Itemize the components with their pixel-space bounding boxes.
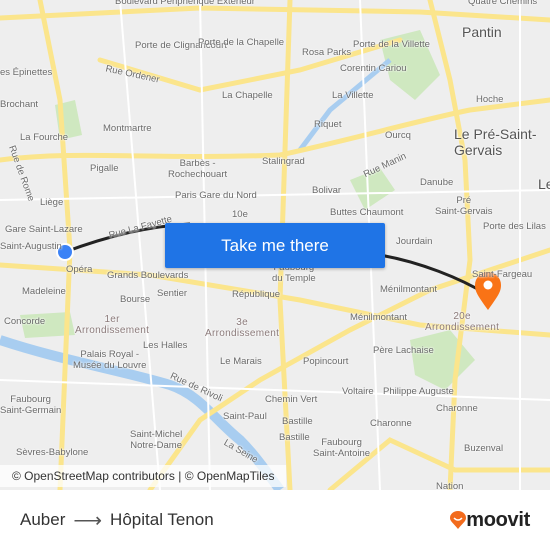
map-attribution[interactable]: © OpenStreetMap contributors | © OpenMap… <box>0 465 287 487</box>
route-summary: Auber ⟶ Hôpital Tenon <box>20 508 214 533</box>
map-label: Paris Gare du Nord <box>175 190 257 201</box>
map-label: Père Lachaise <box>373 345 434 356</box>
map-label: Nation <box>436 481 464 490</box>
map-label: Concorde <box>4 316 46 327</box>
map-label: Bolivar <box>312 185 342 196</box>
map-label: Le <box>538 176 550 192</box>
map-label: Sentier <box>157 288 188 299</box>
map-label: Bourse <box>120 294 151 305</box>
map-label: Grands Boulevards <box>107 270 189 281</box>
logo-text: moovit <box>466 508 530 531</box>
map-label: Le Pré-Saint- Gervais <box>454 126 537 158</box>
map-label: 20e Arrondissement <box>425 311 500 333</box>
map-label: Porte de la Villette <box>353 39 430 50</box>
map-label: Buttes Chaumont <box>330 207 404 218</box>
map-label: Bastille <box>279 432 310 443</box>
map-label: Bastille <box>282 416 313 427</box>
map-label: Gare Saint-Lazare <box>5 224 83 235</box>
map-label: Saint-Paul <box>223 411 267 422</box>
take-me-there-button[interactable]: Take me there <box>165 223 385 268</box>
map-label: Liège <box>40 197 64 208</box>
arrow-right-icon: ⟶ <box>73 509 103 532</box>
map-label: Opéra <box>66 264 93 275</box>
map-label: Faubourg Saint-Antoine <box>313 437 371 459</box>
map-label: Rosa Parks <box>302 47 352 58</box>
map-label: Ourcq <box>385 130 411 141</box>
map-label: 3e Arrondissement <box>205 317 280 339</box>
map-label: Corentin Cariou <box>340 63 407 74</box>
moovit-pin-icon <box>450 511 467 529</box>
origin-name: Auber <box>20 510 66 529</box>
map-label: Stalingrad <box>262 156 305 167</box>
map-label: Montmartre <box>103 123 152 134</box>
map[interactable]: Boulevard Périphérique Extérieur Quatre C… <box>0 0 550 490</box>
map-label: Sèvres-Babylone <box>16 447 89 458</box>
footer: Auber ⟶ Hôpital Tenon moovit <box>0 490 550 550</box>
map-label: Buzenval <box>464 443 504 454</box>
destination-name: Hôpital Tenon <box>110 510 214 529</box>
map-label: Voltaire <box>342 386 374 397</box>
map-label: Jourdain <box>396 236 433 247</box>
map-label: Barbès - Rochechouart <box>168 158 228 180</box>
map-label: 10e <box>232 209 248 220</box>
map-label: Ménilmontant <box>380 284 438 295</box>
map-label: Palais Royal - Musée du Louvre <box>73 349 147 371</box>
map-label: Boulevard Périphérique Extérieur <box>115 0 255 7</box>
map-label: Saint-Fargeau <box>472 269 533 280</box>
map-label: 1er Arrondissement <box>75 314 150 336</box>
map-label: Danube <box>420 177 454 188</box>
map-label: Hoche <box>476 94 504 105</box>
map-label: Riquet <box>314 119 342 130</box>
park <box>410 330 475 390</box>
map-label: La Villette <box>332 90 374 101</box>
map-label: Porte des Lilas <box>483 221 546 232</box>
map-label: Quatre Chemins <box>468 0 538 7</box>
map-label: Madeleine <box>22 286 66 297</box>
map-label: Brochant <box>0 99 39 110</box>
map-label: es Épinettes <box>0 67 53 78</box>
map-label: Saint-Augustin <box>0 241 62 252</box>
map-label: Les Halles <box>143 340 188 351</box>
map-label: Charonne <box>370 418 412 429</box>
map-label: La Chapelle <box>222 90 273 101</box>
map-label: Philippe Auguste <box>383 386 454 397</box>
map-label: Le Marais <box>220 356 262 367</box>
map-label: Porte de la Chapelle <box>198 37 285 48</box>
map-label: Popincourt <box>303 356 349 367</box>
map-label: Pantin <box>462 24 502 40</box>
map-label: Saint-Michel Notre-Dame <box>130 429 183 451</box>
map-label: Ménilmontant <box>350 312 408 323</box>
map-label: Pigalle <box>90 163 119 174</box>
map-label: Chemin Vert <box>265 394 318 405</box>
map-label: Charonne <box>436 403 478 414</box>
map-label: République <box>232 289 281 300</box>
moovit-logo[interactable]: moovit <box>450 509 530 532</box>
map-label: Pré Saint-Gervais <box>435 195 493 217</box>
map-label: Faubourg Saint-Germain <box>0 394 62 416</box>
map-label: La Fourche <box>20 132 69 143</box>
